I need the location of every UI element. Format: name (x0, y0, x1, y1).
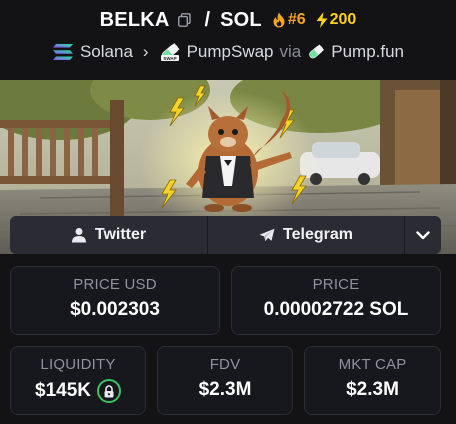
chevron-right-icon: › (142, 42, 149, 61)
mkt-cap-value: $2.3M (346, 379, 399, 400)
mkt-cap-label: MKT CAP (338, 356, 407, 373)
svg-text:SWAP: SWAP (163, 56, 176, 61)
boost-badge[interactable]: 200 (316, 11, 357, 29)
pumpfun-pill-icon (307, 43, 325, 61)
telegram-label: Telegram (283, 226, 353, 243)
telegram-link-button[interactable]: Telegram (207, 216, 404, 254)
copy-icon[interactable] (177, 13, 191, 27)
rank-badge[interactable]: #6 (272, 11, 306, 29)
fdv-card: FDV $2.3M (157, 346, 293, 415)
chevron-down-icon (416, 230, 430, 239)
price-usd-card: PRICE USD $0.002303 (10, 266, 220, 335)
fire-icon (273, 12, 285, 28)
chain-name-link[interactable]: Solana (80, 42, 133, 62)
user-icon (71, 228, 86, 243)
solana-icon (52, 43, 74, 61)
price-usd-label: PRICE USD (73, 276, 157, 293)
dex-name-link[interactable]: PumpSwap (187, 42, 274, 62)
lightning-icon (316, 12, 328, 28)
liquidity-lock-icon[interactable] (97, 379, 121, 403)
chain-breadcrumb: Solana › SWAP PumpSwap via Pump.fun (0, 38, 456, 66)
telegram-icon (259, 228, 275, 241)
price-native-value: 0.00002722 SOL (263, 299, 409, 320)
price-usd-value: $0.002303 (70, 299, 160, 320)
mkt-cap-card: MKT CAP $2.3M (304, 346, 441, 415)
boost-count: 200 (329, 11, 357, 28)
quote-symbol: SOL (220, 8, 262, 31)
fdv-label: FDV (209, 356, 241, 373)
rank-value: #6 (287, 11, 306, 28)
pumpswap-icon: SWAP (159, 41, 181, 63)
token-symbol: BELKA (99, 8, 170, 31)
liquidity-label: LIQUIDITY (40, 356, 116, 373)
launchpad-name-link[interactable]: Pump.fun (331, 42, 404, 62)
pair-separator: / (204, 8, 211, 31)
fdv-value: $2.3M (198, 379, 252, 400)
twitter-label: Twitter (94, 226, 147, 243)
liquidity-value: $145K (35, 380, 91, 401)
twitter-link-button[interactable]: Twitter (10, 216, 207, 254)
price-native-card: PRICE 0.00002722 SOL (231, 266, 441, 335)
social-links-bar: Twitter Telegram (10, 216, 441, 254)
liquidity-card: LIQUIDITY $145K (10, 346, 146, 415)
more-links-dropdown[interactable] (404, 216, 441, 254)
liquidity-value-row: $145K (35, 379, 121, 403)
price-native-label: PRICE (312, 276, 360, 293)
via-label: via (279, 42, 302, 61)
pair-title: BELKA / SOL #6 200 (0, 6, 456, 34)
